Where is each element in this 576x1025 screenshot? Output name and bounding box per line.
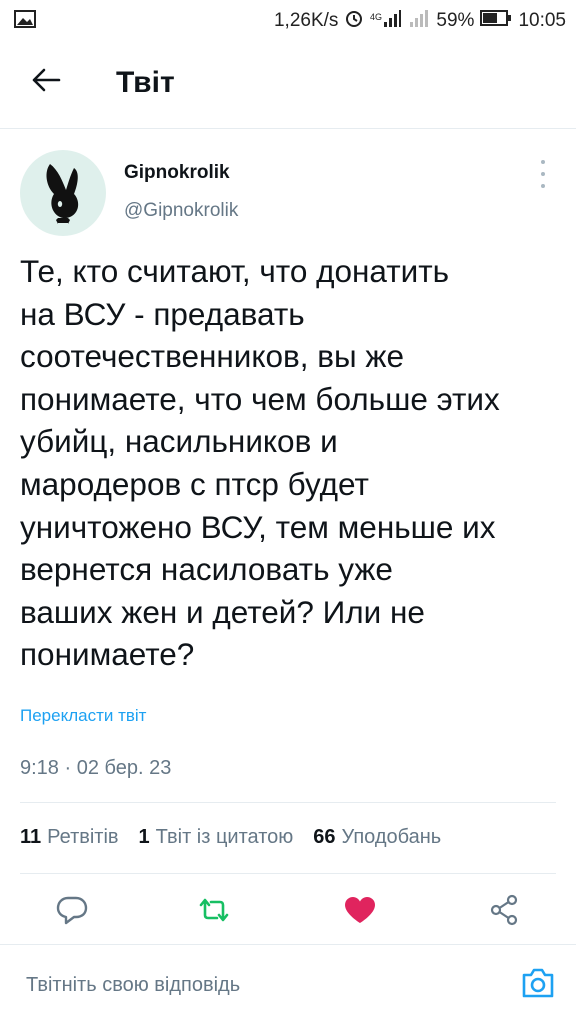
bunny-logo-icon — [46, 164, 79, 224]
more-options-button[interactable] — [534, 160, 552, 188]
avatar[interactable] — [20, 150, 106, 236]
likes-label: Уподобань — [341, 826, 442, 848]
signal-4g-icon: 4G — [370, 8, 402, 34]
reply-button[interactable] — [52, 892, 92, 932]
dot — [541, 160, 545, 164]
battery-icon — [480, 9, 512, 33]
translate-tweet-link[interactable]: Перекласти твіт — [20, 706, 146, 726]
dot — [541, 172, 545, 176]
quotes-stat[interactable]: 1 Твіт із цитатою — [139, 826, 294, 849]
tweet-stats: 11 Ретвітів 1 Твіт із цитатою 66 Уподобань — [20, 826, 461, 849]
page-title: Твіт — [116, 66, 175, 99]
tweet-actions — [0, 880, 576, 942]
retweets-count: 11 — [20, 826, 42, 848]
reply-input[interactable] — [24, 973, 488, 998]
alarm-icon — [344, 8, 364, 34]
quotes-label: Твіт із цитатою — [155, 826, 294, 848]
battery-percent: 59% — [436, 10, 475, 31]
share-icon — [488, 894, 520, 931]
likes-count: 66 — [313, 826, 336, 848]
author-name[interactable]: Gipnokrolik — [124, 162, 230, 184]
heart-icon — [343, 895, 377, 930]
retweets-stat[interactable]: 11 Ретвітів — [20, 826, 119, 849]
retweets-label: Ретвітів — [47, 826, 119, 848]
network-speed: 1,26K/s — [273, 10, 339, 31]
camera-button[interactable] — [518, 965, 558, 1005]
tweet-text: Те, кто считают, что донатить на ВСУ - п… — [20, 253, 500, 673]
back-button[interactable] — [26, 62, 66, 102]
status-bar: 1,26K/s 4G 59% 10:05 — [0, 0, 576, 40]
like-button[interactable] — [340, 892, 380, 932]
svg-text:4G: 4G — [370, 12, 382, 22]
camera-icon — [520, 967, 556, 1004]
clock: 10:05 — [518, 10, 566, 31]
divider — [20, 802, 556, 803]
share-button[interactable] — [484, 892, 524, 932]
reply-bar — [0, 944, 576, 1025]
retweet-button[interactable] — [194, 892, 234, 932]
arrow-left-icon — [31, 67, 61, 98]
image-icon — [14, 10, 36, 33]
likes-stat[interactable]: 66 Уподобань — [313, 826, 441, 849]
author-handle[interactable]: @Gipnokrolik — [124, 200, 238, 222]
reply-icon — [56, 895, 88, 930]
quotes-count: 1 — [138, 826, 150, 848]
signal-icon — [408, 8, 430, 34]
dot — [541, 184, 545, 188]
retweet-icon — [197, 897, 231, 928]
tweet-timestamp: 9:18 · 02 бер. 23 — [20, 757, 172, 779]
divider — [20, 873, 556, 874]
top-app-bar: Твіт — [0, 40, 576, 129]
